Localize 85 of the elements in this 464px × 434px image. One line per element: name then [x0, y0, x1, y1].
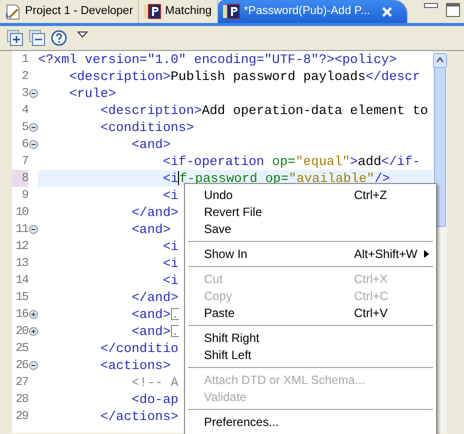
line-number: 4	[20, 102, 28, 119]
code-token: <and>	[132, 137, 171, 152]
code-token: <i	[162, 256, 178, 271]
text-cursor	[178, 171, 180, 185]
code-token: </actions>	[100, 409, 178, 424]
code-token: <and>	[132, 222, 171, 237]
code-token: <i	[162, 273, 178, 288]
code-token: "available"	[288, 171, 374, 186]
folded-block-icon[interactable]	[170, 308, 179, 320]
code-token: "equal"	[295, 154, 350, 169]
fold-minus-icon[interactable]	[29, 89, 38, 98]
line-number: 27	[14, 374, 28, 391]
line-number: 11	[14, 221, 28, 238]
policy-icon	[222, 4, 240, 19]
help-icon[interactable]	[51, 30, 67, 46]
view-menu-icon[interactable]	[77, 31, 88, 38]
menu-item[interactable]: Shift Left	[186, 346, 435, 363]
scroll-up-icon[interactable]	[433, 53, 447, 68]
expand-all-icon[interactable]	[7, 30, 23, 46]
line-number: 25	[14, 340, 28, 357]
line-number: 14	[14, 272, 28, 289]
code-token: </and>	[132, 290, 178, 305]
menu-item[interactable]: Undo Ctrl+Z	[186, 186, 435, 203]
code-token: >	[350, 154, 358, 169]
code-token: <?xml version="1.0" encoding="UTF-8"?><policy>	[38, 52, 397, 67]
line-number: 28	[14, 391, 28, 408]
line-number: 7	[20, 153, 28, 170]
folded-block-icon[interactable]	[170, 325, 179, 337]
fold-plus-icon[interactable]	[29, 327, 38, 336]
line-number: 3	[20, 85, 28, 102]
code-token: op=	[272, 154, 296, 169]
menu-item[interactable]: Show In Alt+Shift+W	[186, 245, 435, 262]
code-token: <do-ap	[132, 392, 178, 407]
code-token: <i	[162, 188, 178, 203]
code-token: </if-	[381, 154, 420, 169]
code-token: <actions>	[100, 358, 171, 373]
line-number: 13	[14, 255, 28, 272]
menu-item[interactable]: Shift Right	[186, 329, 435, 346]
code-token: add	[358, 154, 382, 169]
line-number: 10	[14, 204, 28, 221]
code-token: Add operation-data element to	[202, 103, 428, 118]
line-number: 29	[14, 408, 28, 425]
line-number: 20	[14, 323, 28, 340]
code-token: <i	[162, 171, 178, 186]
line-number: 26	[14, 357, 28, 374]
line-number: 2	[20, 68, 28, 85]
minimize-icon[interactable]	[424, 3, 438, 9]
code-token: </descr	[366, 69, 420, 84]
fold-minus-icon[interactable]	[29, 361, 38, 370]
collapse-all-icon[interactable]	[29, 30, 45, 46]
line-number: 5	[20, 119, 28, 136]
fold-plus-icon[interactable]	[29, 310, 38, 319]
fold-minus-icon[interactable]	[29, 123, 38, 132]
code-token: <description>	[69, 69, 171, 84]
code-token: f-password op=	[179, 171, 289, 186]
line-number: 6	[20, 136, 28, 153]
code-token: <rule>	[69, 86, 116, 101]
line-number: 8	[12, 170, 28, 187]
close-icon[interactable]	[382, 6, 392, 16]
fold-minus-icon[interactable]	[29, 140, 38, 149]
code-token: </conditio	[100, 341, 178, 356]
code-token: <i	[162, 239, 178, 254]
menu-item[interactable]: Paste Ctrl+V	[186, 304, 435, 321]
code-token: <if-operation	[162, 154, 266, 169]
code-token: <!-- A	[132, 375, 178, 390]
policy-icon	[144, 4, 162, 19]
fold-minus-icon[interactable]	[29, 225, 38, 234]
line-number: 15	[14, 289, 28, 306]
menu-item[interactable]: Preferences...	[186, 413, 435, 430]
code-token: <description>	[100, 103, 202, 118]
code-token: <conditions>	[100, 120, 194, 135]
tab[interactable]: *Password(Pub)-Add P...	[218, 0, 408, 23]
maximize-icon[interactable]	[446, 3, 460, 17]
line-number: 9	[20, 187, 28, 204]
code-token: />	[374, 171, 390, 186]
menu-item[interactable]: Revert File	[186, 203, 435, 220]
code-token: <and>	[132, 324, 171, 339]
code-token: </and>	[132, 205, 178, 220]
document-pencil-icon	[5, 4, 21, 20]
line-number: 12	[14, 238, 28, 255]
code-token: <and>	[132, 307, 171, 322]
line-number: 1	[20, 51, 28, 68]
line-number: 16	[14, 306, 28, 323]
menu-item[interactable]: Save	[186, 220, 435, 237]
code-token: Publish password payloads	[170, 69, 366, 84]
